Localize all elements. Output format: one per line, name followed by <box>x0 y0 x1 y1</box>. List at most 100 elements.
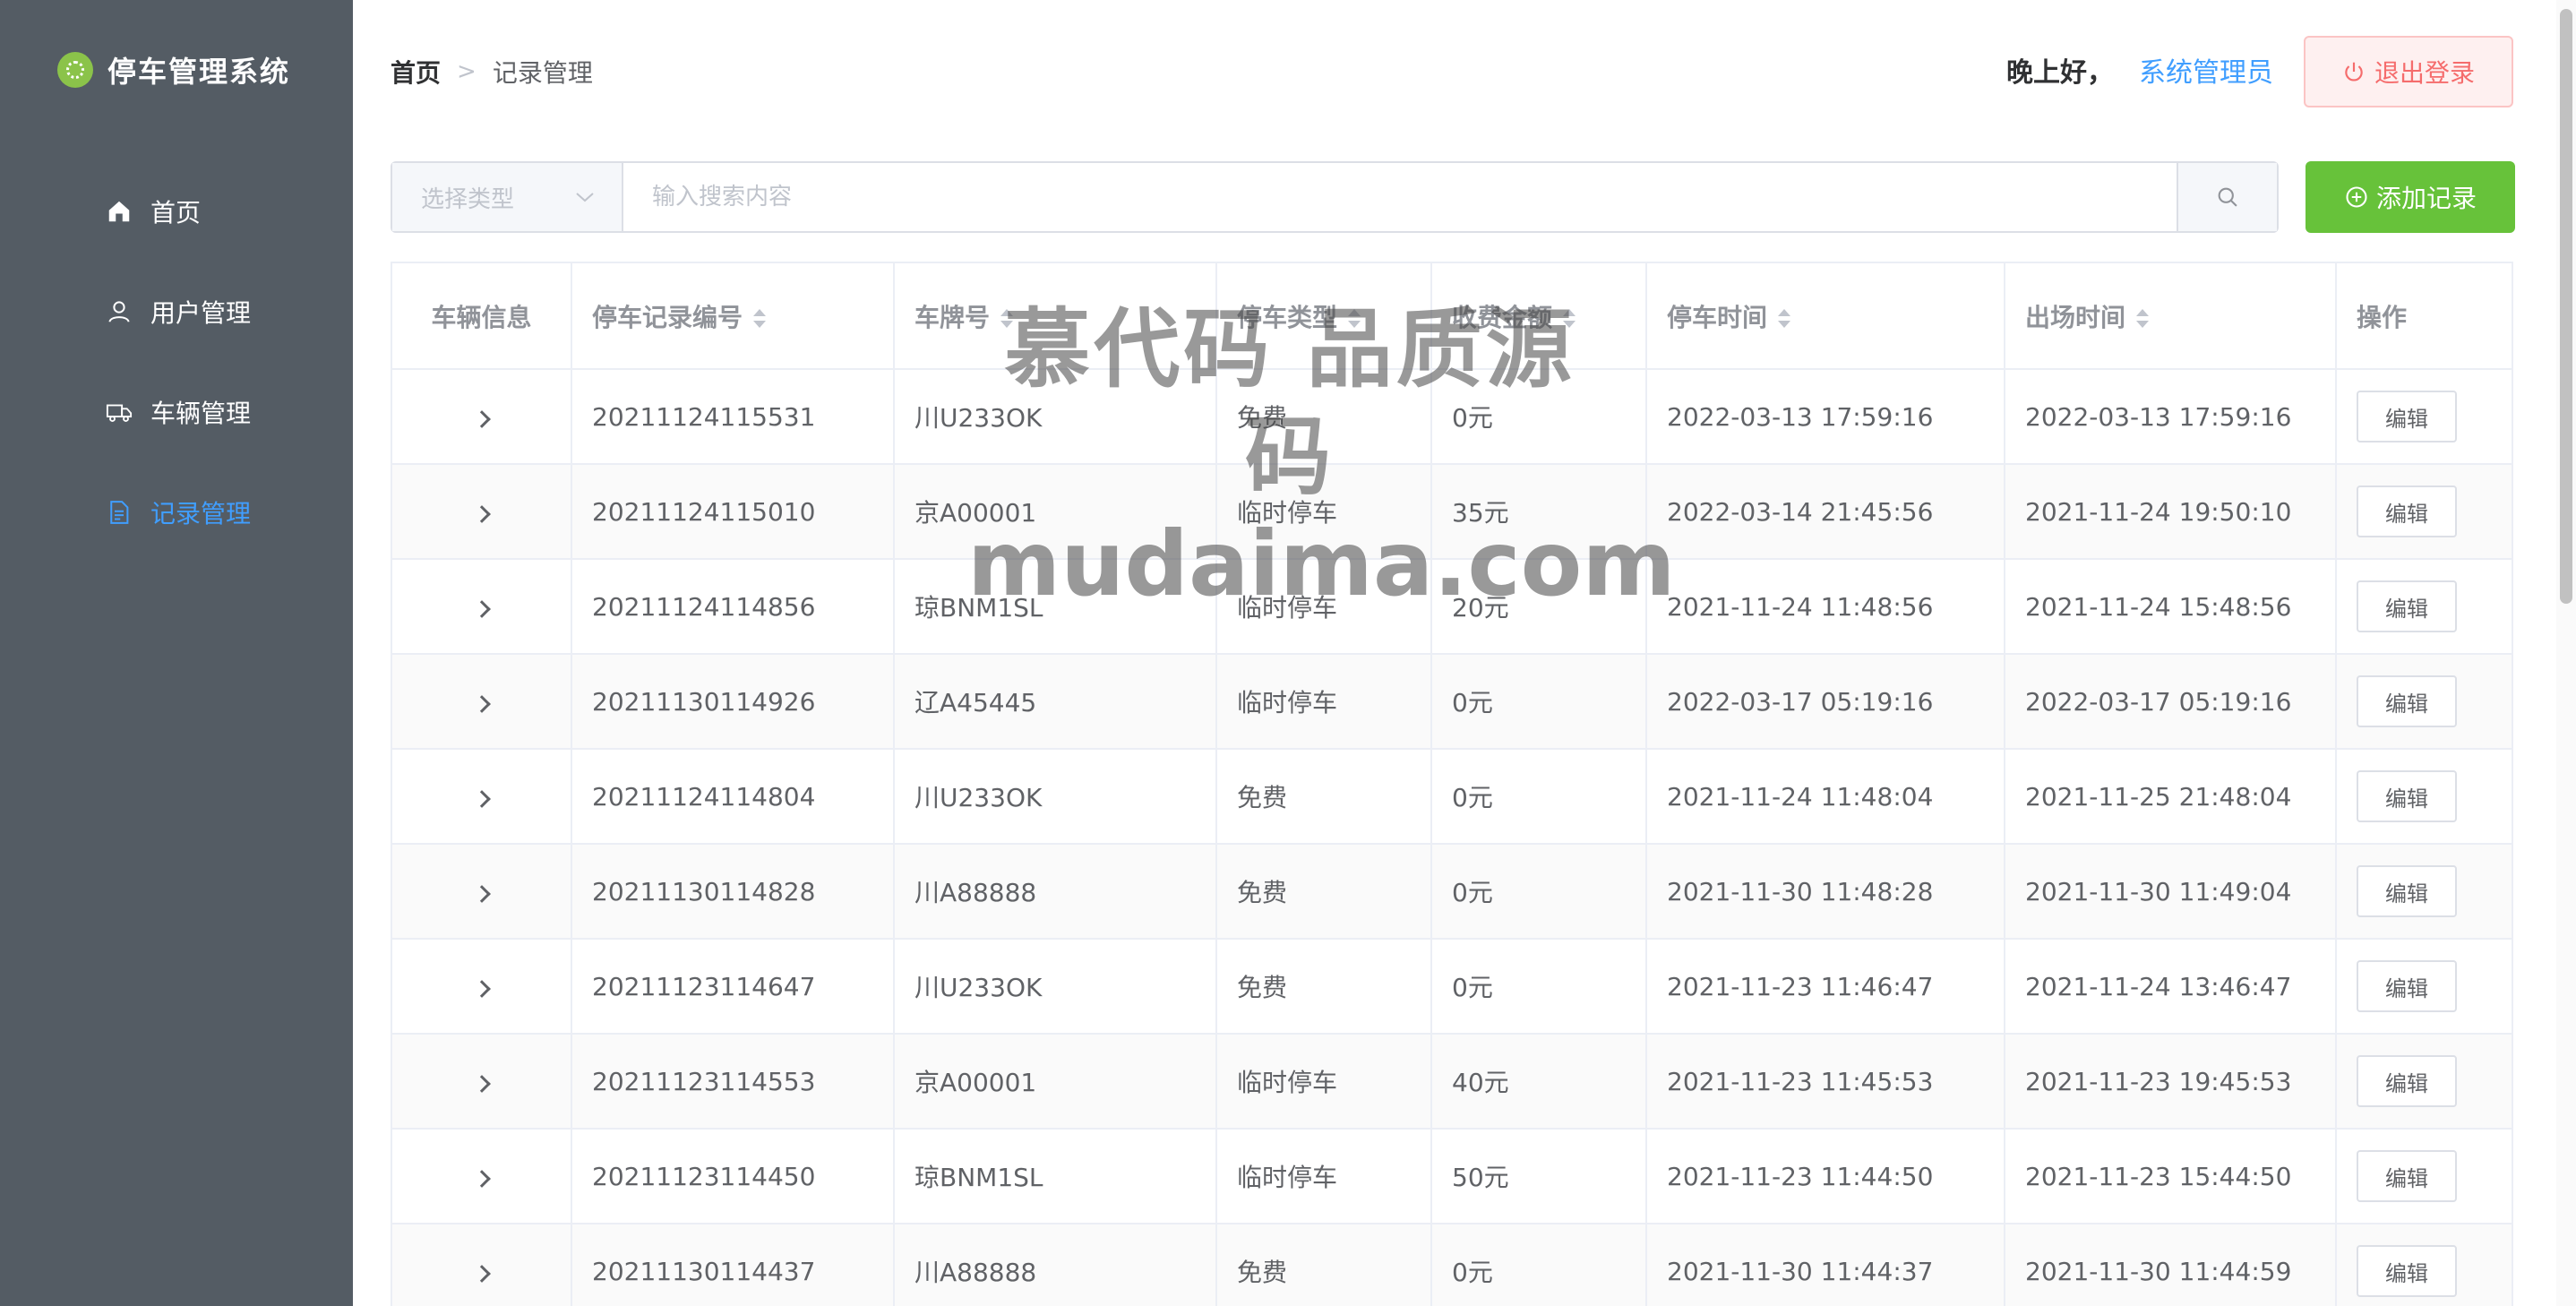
expand-cell[interactable] <box>392 1129 572 1224</box>
sidebar-nav: 首页 用户管理 车辆管理 记录管理 <box>0 161 353 563</box>
search-icon <box>2218 187 2237 207</box>
sidebar-item-records[interactable]: 记录管理 <box>0 462 353 563</box>
search-input[interactable] <box>623 163 2177 231</box>
sidebar-item-vehicles[interactable]: 车辆管理 <box>0 362 353 462</box>
table-row: 20211124115531 川U233OK 免费 0元 2022-03-13 17:5… <box>392 369 2512 465</box>
edit-button[interactable]: 编辑 <box>2357 580 2457 632</box>
edit-button[interactable]: 编辑 <box>2357 1055 2457 1107</box>
actions-cell: 编辑 <box>2336 1224 2512 1306</box>
plus-circle-icon <box>2346 186 2367 208</box>
record-id-cell: 20211130114926 <box>571 654 895 750</box>
expand-cell[interactable] <box>392 1034 572 1130</box>
table-row: 20211123114553 京A00001 临时停车 40元 2021-11-23 1… <box>392 1034 2512 1130</box>
chevron-right-icon[interactable] <box>472 409 491 428</box>
edit-button[interactable]: 编辑 <box>2357 1245 2457 1297</box>
edit-button[interactable]: 编辑 <box>2357 960 2457 1012</box>
chevron-right-icon[interactable] <box>472 504 491 523</box>
edit-button[interactable]: 编辑 <box>2357 675 2457 727</box>
table-row: 20211123114450 琼BNM1SL 临时停车 50元 2021-11-23 1… <box>392 1129 2512 1224</box>
chevron-right-icon[interactable] <box>472 599 491 618</box>
table-row: 20211130114437 川A88888 免费 0元 2021-11-30 11:4… <box>392 1224 2512 1306</box>
fee-cell: 0元 <box>1431 749 1647 845</box>
breadcrumb-home[interactable]: 首页 <box>391 54 441 90</box>
type-cell: 免费 <box>1216 939 1432 1035</box>
chevron-right-icon[interactable] <box>472 789 491 808</box>
fee-cell: 35元 <box>1431 464 1647 560</box>
sort-icon[interactable] <box>999 305 1015 332</box>
page-scrollbar[interactable] <box>2556 0 2576 1306</box>
table-row: 20211124114856 琼BNM1SL 临时停车 20元 2021-11-24 1… <box>392 559 2512 655</box>
start-time-cell: 2022-03-17 05:19:16 <box>1646 654 2005 750</box>
expand-cell[interactable] <box>392 654 572 750</box>
column-header-actions: 操作 <box>2336 263 2512 370</box>
expand-cell[interactable] <box>392 749 572 845</box>
chevron-right-icon[interactable] <box>472 694 491 713</box>
house-icon <box>106 198 133 225</box>
plate-cell: 辽A45445 <box>894 654 1217 750</box>
record-id-cell: 20211123114450 <box>571 1129 895 1224</box>
add-record-label: 添加记录 <box>2375 184 2477 213</box>
chevron-right-icon[interactable] <box>472 884 491 903</box>
end-time-cell: 2021-11-30 11:44:59 <box>2005 1224 2337 1306</box>
expand-cell[interactable] <box>392 1224 572 1306</box>
expand-cell[interactable] <box>392 369 572 465</box>
sort-icon[interactable] <box>1776 305 1792 332</box>
plate-cell: 琼BNM1SL <box>894 559 1217 655</box>
table-row: 20211124114804 川U233OK 免费 0元 2021-11-24 11:4… <box>392 749 2512 845</box>
start-time-cell: 2022-03-14 21:45:56 <box>1646 464 2005 560</box>
end-time-cell: 2021-11-25 21:48:04 <box>2005 749 2337 845</box>
table-row: 20211130114926 辽A45445 临时停车 0元 2022-03-17 05… <box>392 654 2512 750</box>
sort-icon[interactable] <box>2134 305 2151 332</box>
column-header-start-time[interactable]: 停车时间 <box>1646 263 2005 370</box>
column-header-type[interactable]: 停车类型 <box>1216 263 1432 370</box>
sort-icon[interactable] <box>751 305 768 332</box>
expand-cell[interactable] <box>392 939 572 1035</box>
edit-button[interactable]: 编辑 <box>2357 865 2457 917</box>
search-button[interactable] <box>2177 163 2277 231</box>
sort-icon[interactable] <box>1346 305 1362 332</box>
expand-cell[interactable] <box>392 844 572 940</box>
edit-button[interactable]: 编辑 <box>2357 391 2457 442</box>
chevron-right-icon[interactable] <box>472 1074 491 1093</box>
type-select[interactable]: 选择类型 <box>392 163 623 231</box>
actions-cell: 编辑 <box>2336 844 2512 940</box>
edit-button[interactable]: 编辑 <box>2357 770 2457 822</box>
actions-cell: 编辑 <box>2336 369 2512 465</box>
chevron-right-icon[interactable] <box>472 979 491 998</box>
sidebar-item-home[interactable]: 首页 <box>0 161 353 262</box>
column-header-fee[interactable]: 收费金额 <box>1431 263 1647 370</box>
toolbar: 选择类型 添加记录 <box>391 161 2515 233</box>
end-time-cell: 2022-03-13 17:59:16 <box>2005 369 2337 465</box>
table-row: 20211123114647 川U233OK 免费 0元 2021-11-23 11:4… <box>392 939 2512 1035</box>
sidebar-item-users[interactable]: 用户管理 <box>0 262 353 362</box>
actions-cell: 编辑 <box>2336 1129 2512 1224</box>
column-header-label: 收费金额 <box>1452 302 1553 332</box>
chevron-right-icon[interactable] <box>472 1169 491 1188</box>
brand-title: 停车管理系统 <box>107 55 291 89</box>
expand-cell[interactable] <box>392 559 572 655</box>
chevron-right-icon[interactable] <box>472 1264 491 1283</box>
type-cell: 免费 <box>1216 369 1432 465</box>
fee-cell: 0元 <box>1431 369 1647 465</box>
sidebar-item-label: 首页 <box>150 198 202 228</box>
type-cell: 临时停车 <box>1216 1034 1432 1130</box>
end-time-cell: 2021-11-23 15:44:50 <box>2005 1129 2337 1224</box>
column-header-plate[interactable]: 车牌号 <box>894 263 1217 370</box>
scrollbar-thumb[interactable] <box>2560 9 2572 604</box>
end-time-cell: 2021-11-30 11:49:04 <box>2005 844 2337 940</box>
column-header-label: 停车时间 <box>1667 302 1768 332</box>
expand-cell[interactable] <box>392 464 572 560</box>
type-cell: 临时停车 <box>1216 464 1432 560</box>
edit-button[interactable]: 编辑 <box>2357 485 2457 537</box>
column-header-record-id[interactable]: 停车记录编号 <box>571 263 895 370</box>
brand[interactable]: 停车管理系统 <box>57 50 290 90</box>
record-id-cell: 20211123114647 <box>571 939 895 1035</box>
add-record-button[interactable]: 添加记录 <box>2306 161 2515 233</box>
column-header-end-time[interactable]: 出场时间 <box>2005 263 2337 370</box>
sidebar: 停车管理系统 首页 用户管理 车辆管理 记录管理 <box>0 0 353 1306</box>
sidebar-item-label: 用户管理 <box>150 298 252 328</box>
logout-button[interactable]: 退出登录 <box>2304 36 2513 107</box>
type-cell: 临时停车 <box>1216 1129 1432 1224</box>
sort-icon[interactable] <box>1561 305 1577 332</box>
edit-button[interactable]: 编辑 <box>2357 1150 2457 1202</box>
